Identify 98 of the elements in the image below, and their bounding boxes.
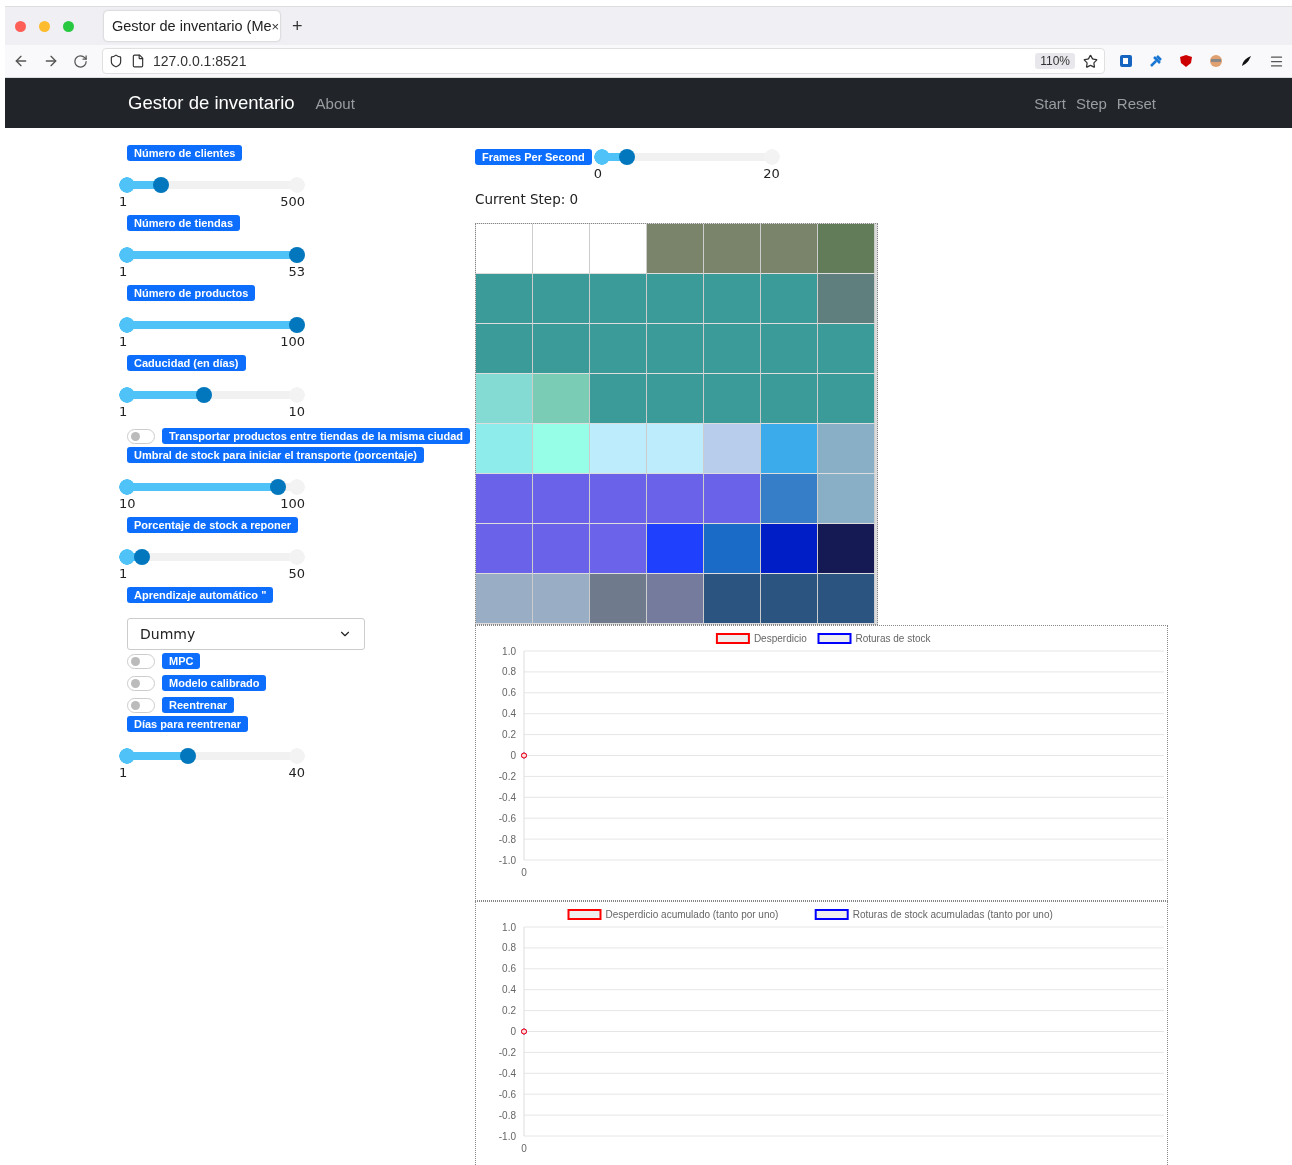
toggle-label: Transportar productos entre tiendas de la misma ciudad	[162, 428, 471, 444]
y-tick-label: -0.6	[498, 812, 516, 824]
shield-icon[interactable]	[109, 54, 123, 68]
y-tick-label: -0.6	[498, 1088, 516, 1100]
legend-item[interactable]: Roturas de stock acumuladas (tanto por uno)	[814, 909, 1053, 920]
legend-label: Desperdicio	[753, 633, 808, 644]
slider-min: 1	[119, 194, 128, 209]
slider-min: 1	[119, 334, 128, 349]
slider-thumb[interactable]	[289, 317, 305, 333]
legend-label: Roturas de stock	[855, 633, 932, 644]
forward-icon[interactable]	[43, 53, 59, 69]
slider-label: Caducidad (en días)	[127, 355, 246, 371]
current-step: Current Step: 0	[475, 191, 1168, 207]
toggle-switch[interactable]	[127, 653, 155, 669]
y-tick-label: -0.4	[498, 791, 516, 803]
nav-link[interactable]: About	[315, 94, 355, 112]
legend-item[interactable]: Desperdicio acumulado (tanto por uno)	[567, 909, 779, 920]
y-tick-label: -1.0	[498, 854, 516, 866]
window-close-button[interactable]	[15, 20, 26, 32]
extension-icon[interactable]	[1119, 54, 1133, 68]
slider-max: 20	[763, 166, 780, 181]
slider-thumb[interactable]	[195, 387, 212, 403]
slider-max: 10	[288, 404, 305, 419]
y-tick-label: 0.4	[502, 708, 516, 720]
y-tick-label: -0.2	[498, 770, 516, 782]
slider-min: 1	[119, 264, 128, 279]
y-tick-label: 0.8	[502, 666, 516, 678]
browser-tab[interactable]: Gestor de inventario (Me×	[104, 11, 280, 41]
slider-label: Porcentaje de stock a reponer	[127, 517, 299, 533]
legend-item[interactable]: Roturas de stock	[817, 633, 931, 644]
toggle-switch[interactable]	[127, 428, 155, 444]
slider-max: 100	[280, 334, 305, 349]
slider-min: 1	[119, 566, 128, 581]
page-icon	[131, 54, 145, 68]
slider-label: Días para reentrenar	[127, 716, 248, 732]
slider-max: 50	[288, 566, 305, 581]
y-tick-label: 0.4	[502, 984, 516, 996]
slider-thumb[interactable]	[270, 479, 287, 495]
x-tick-label: 0	[521, 867, 527, 878]
y-tick-label: -0.4	[498, 1067, 516, 1079]
y-tick-label: 0	[510, 750, 516, 761]
shield-icon[interactable]	[1179, 54, 1193, 68]
slider-max: 53	[288, 264, 305, 279]
slider-thumb[interactable]	[153, 177, 169, 193]
slider-label: Frames Per Second	[475, 149, 592, 165]
back-icon[interactable]	[13, 53, 29, 69]
address-bar[interactable]: 127.0.0.1:8521 110%	[102, 48, 1105, 74]
url-text: 127.0.0.1:8521	[153, 53, 248, 69]
model-select[interactable]: Dummy	[127, 618, 365, 650]
slider-min: 1	[119, 404, 128, 419]
select-label: Aprendizaje automático "	[127, 587, 274, 603]
zoom-level[interactable]: 110%	[1035, 53, 1075, 69]
slider-max: 500	[280, 194, 305, 209]
y-tick-label: -0.8	[498, 1109, 516, 1121]
y-tick-label: 0.6	[502, 687, 516, 699]
y-tick-label: 0.6	[502, 963, 516, 975]
y-tick-label: -0.8	[498, 833, 516, 845]
slider-label: Umbral de stock para iniciar el transporte (porcentaje)	[127, 447, 425, 463]
toggle-label: MPC	[162, 653, 201, 669]
legend-item[interactable]: Desperdicio	[715, 633, 807, 644]
y-tick-label: 1.0	[502, 921, 516, 933]
y-tick-label: 0	[510, 1026, 516, 1037]
pin-icon[interactable]	[1149, 54, 1163, 68]
slider-label: Número de clientes	[127, 145, 243, 161]
toggle-label: Reentrenar	[162, 697, 235, 713]
slider-min: 1	[119, 765, 128, 780]
slider-thumb[interactable]	[289, 247, 305, 263]
y-tick-label: -0.2	[498, 1046, 516, 1058]
y-tick-label: 0.2	[502, 729, 516, 741]
slider-max: 100	[280, 496, 305, 511]
toggle-label: Modelo calibrado	[162, 675, 267, 691]
legend-label: Roturas de stock acumuladas (tanto por uno)	[852, 909, 1053, 920]
new-tab-button[interactable]: +	[292, 15, 303, 37]
y-tick-label: -1.0	[498, 1130, 516, 1142]
x-tick-label: 0	[521, 1143, 527, 1154]
tab-title: Gestor de inventario (Me	[112, 18, 272, 34]
slider-thumb[interactable]	[180, 748, 197, 764]
slider-min: 0	[593, 166, 602, 181]
slider-thumb[interactable]	[134, 549, 151, 565]
toggle-switch[interactable]	[127, 675, 155, 691]
reload-icon[interactable]	[73, 53, 88, 69]
nav-link[interactable]: Reset	[1116, 94, 1156, 112]
nav-link[interactable]: Start	[1034, 94, 1066, 112]
toggle-switch[interactable]	[127, 697, 155, 713]
navbar-brand[interactable]: Gestor de inventario	[128, 92, 295, 114]
star-icon[interactable]	[1083, 53, 1098, 69]
slider-label: Número de tiendas	[127, 215, 241, 231]
slider-min: 10	[119, 496, 136, 511]
nav-link[interactable]: Step	[1075, 94, 1107, 112]
menu-icon[interactable]	[1269, 53, 1284, 69]
y-tick-label: 0.8	[502, 942, 516, 954]
y-tick-label: 0.2	[502, 1005, 516, 1017]
close-icon[interactable]: ×	[271, 18, 280, 34]
slider-label: Número de productos	[127, 285, 256, 301]
slider-thumb[interactable]	[619, 149, 636, 165]
slider-max: 40	[288, 765, 305, 780]
legend-label: Desperdicio acumulado (tanto por uno)	[605, 909, 779, 920]
y-tick-label: 1.0	[502, 645, 516, 657]
